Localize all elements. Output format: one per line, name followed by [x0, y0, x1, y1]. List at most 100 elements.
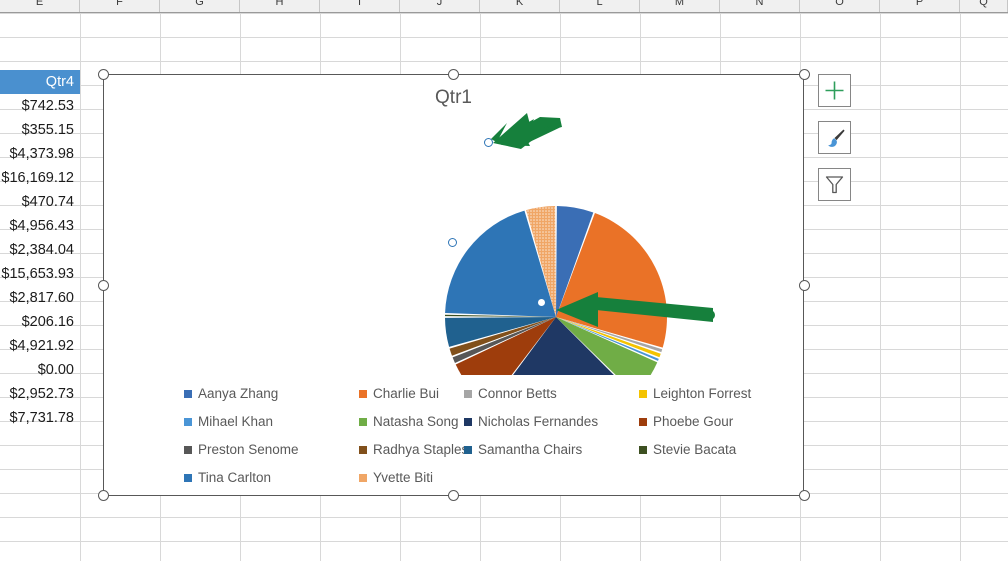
grid-column-line [80, 13, 81, 561]
grid-row-line [0, 13, 1008, 14]
cell-qtr4-value-6[interactable]: $4,956.43 [0, 214, 80, 238]
legend-swatch-icon [184, 446, 192, 454]
column-header-label: P [915, 0, 924, 8]
cell-qtr4-value-10[interactable]: $206.16 [0, 310, 80, 334]
legend-item-label: Charlie Bui [373, 386, 440, 401]
column-header-e[interactable]: E [0, 0, 80, 12]
legend-item-label: Nicholas Fernandes [478, 414, 599, 429]
chart-filters-button[interactable] [818, 168, 851, 201]
legend-swatch-icon [464, 418, 472, 426]
legend-swatch-icon [359, 418, 367, 426]
legend-item[interactable]: Yvette Biti [359, 471, 433, 485]
resize-handle-top-center[interactable] [448, 68, 459, 80]
legend-item[interactable]: Aanya Zhang [184, 387, 278, 401]
legend-swatch-icon [184, 418, 192, 426]
column-header-label: H [275, 0, 284, 8]
pie-chart-object[interactable]: Qtr1 Aanya Zhang Charlie Bui Connor Betts L… [103, 74, 804, 496]
column-header-m[interactable]: M [640, 0, 720, 12]
cell-qtr4-value-2[interactable]: $355.15 [0, 118, 80, 142]
legend-row: Preston Senome Radhya Staples Samantha Cha… [184, 436, 744, 464]
grid-column-line [880, 13, 881, 561]
legend-item[interactable]: Natasha Song [359, 415, 459, 429]
column-header-label: N [755, 0, 764, 8]
pie-plot-area[interactable] [104, 75, 805, 375]
legend-swatch-icon [639, 390, 647, 398]
legend-item[interactable]: Charlie Bui [359, 387, 439, 401]
legend-item-label: Preston Senome [198, 442, 299, 457]
resize-handle-middle-left[interactable] [97, 279, 109, 291]
column-header-g[interactable]: G [160, 0, 240, 12]
cell-qtr4-value-11[interactable]: $4,921.92 [0, 334, 80, 358]
legend-item-label: Stevie Bacata [653, 442, 737, 457]
cell-qtr4-value-9[interactable]: $2,817.60 [0, 286, 80, 310]
legend-item[interactable]: Preston Senome [184, 443, 299, 457]
resize-handle-bottom-center[interactable] [448, 490, 459, 501]
cell-qtr4-value-1[interactable]: $742.53 [0, 94, 80, 118]
legend-swatch-icon [639, 446, 647, 454]
legend-row: Tina Carlton Yvette Biti [184, 464, 744, 492]
column-header-k[interactable]: K [480, 0, 560, 12]
legend-item-label: Yvette Biti [373, 470, 434, 485]
legend-item[interactable]: Mihael Khan [184, 415, 273, 429]
resize-handle-bottom-right[interactable] [798, 490, 810, 501]
legend-item[interactable]: Phoebe Gour [639, 415, 733, 429]
legend-item[interactable]: Connor Betts [464, 387, 557, 401]
cell-qtr4-value-5[interactable]: $470.74 [0, 190, 80, 214]
column-header-label: M [674, 0, 685, 8]
legend-item[interactable]: Samantha Chairs [464, 443, 582, 457]
resize-handle-top-right[interactable] [798, 68, 810, 80]
chart-legend[interactable]: Aanya Zhang Charlie Bui Connor Betts Leight… [184, 380, 751, 492]
legend-item[interactable]: Radhya Staples [359, 443, 468, 457]
datapoint-handle-center[interactable] [448, 238, 457, 247]
column-header-q[interactable]: Q [960, 0, 1008, 12]
column-header-o[interactable]: O [800, 0, 880, 12]
legend-row: Aanya Zhang Charlie Bui Connor Betts Leight… [184, 380, 751, 408]
chart-elements-button[interactable] [818, 74, 851, 107]
pie-series[interactable] [104, 75, 805, 375]
column-header-label: G [195, 0, 204, 8]
legend-item-label: Mihael Khan [198, 414, 274, 429]
column-header-label: K [515, 0, 524, 8]
legend-swatch-icon [184, 474, 192, 482]
legend-item-label: Leighton Forrest [653, 386, 752, 401]
excel-worksheet-with-chart: E F G H I J K L M N O P Q Qtr4 $742.53 $355.15 $4,373.9… [0, 0, 1008, 561]
cell-qtr4-value-3[interactable]: $4,373.98 [0, 142, 80, 166]
legend-swatch-icon [359, 474, 367, 482]
legend-swatch-icon [184, 390, 192, 398]
cell-qtr4-value-7[interactable]: $2,384.04 [0, 238, 80, 262]
grid-row-line [0, 517, 1008, 518]
column-header-label: O [835, 0, 844, 8]
legend-item-label: Natasha Song [373, 414, 459, 429]
resize-handle-bottom-left[interactable] [97, 490, 109, 501]
column-header-label: J [436, 0, 443, 8]
cell-qtr4-value-12[interactable]: $0.00 [0, 358, 80, 382]
cell-qtr4-header[interactable]: Qtr4 [0, 70, 80, 94]
column-header-f[interactable]: F [80, 0, 160, 12]
column-header-h[interactable]: H [240, 0, 320, 12]
plus-icon [825, 81, 844, 100]
cell-qtr4-value-4[interactable]: $16,169.12 [0, 166, 80, 190]
grid-row-line [0, 541, 1008, 542]
resize-handle-top-left[interactable] [97, 68, 109, 80]
grid-row-line [0, 37, 1008, 38]
legend-item-label: Phoebe Gour [653, 414, 734, 429]
column-header-p[interactable]: P [880, 0, 960, 12]
datapoint-handle-edge[interactable] [537, 298, 546, 307]
column-header-j[interactable]: J [400, 0, 480, 12]
legend-item[interactable]: Leighton Forrest [639, 387, 751, 401]
resize-handle-middle-right[interactable] [798, 279, 810, 291]
legend-swatch-icon [639, 418, 647, 426]
chart-styles-button[interactable] [818, 121, 851, 154]
column-header-i[interactable]: I [320, 0, 400, 12]
legend-item[interactable]: Tina Carlton [184, 471, 271, 485]
legend-swatch-icon [464, 390, 472, 398]
cell-qtr4-value-8[interactable]: $15,653.93 [0, 262, 80, 286]
legend-item[interactable]: Nicholas Fernandes [464, 415, 598, 429]
cell-qtr4-value-13[interactable]: $2,952.73 [0, 382, 80, 406]
legend-item-label: Connor Betts [478, 386, 557, 401]
column-header-l[interactable]: L [560, 0, 640, 12]
cell-qtr4-value-14[interactable]: $7,731.78 [0, 406, 80, 430]
datapoint-handle-top[interactable] [484, 138, 493, 147]
legend-item[interactable]: Stevie Bacata [639, 443, 736, 457]
column-header-n[interactable]: N [720, 0, 800, 12]
